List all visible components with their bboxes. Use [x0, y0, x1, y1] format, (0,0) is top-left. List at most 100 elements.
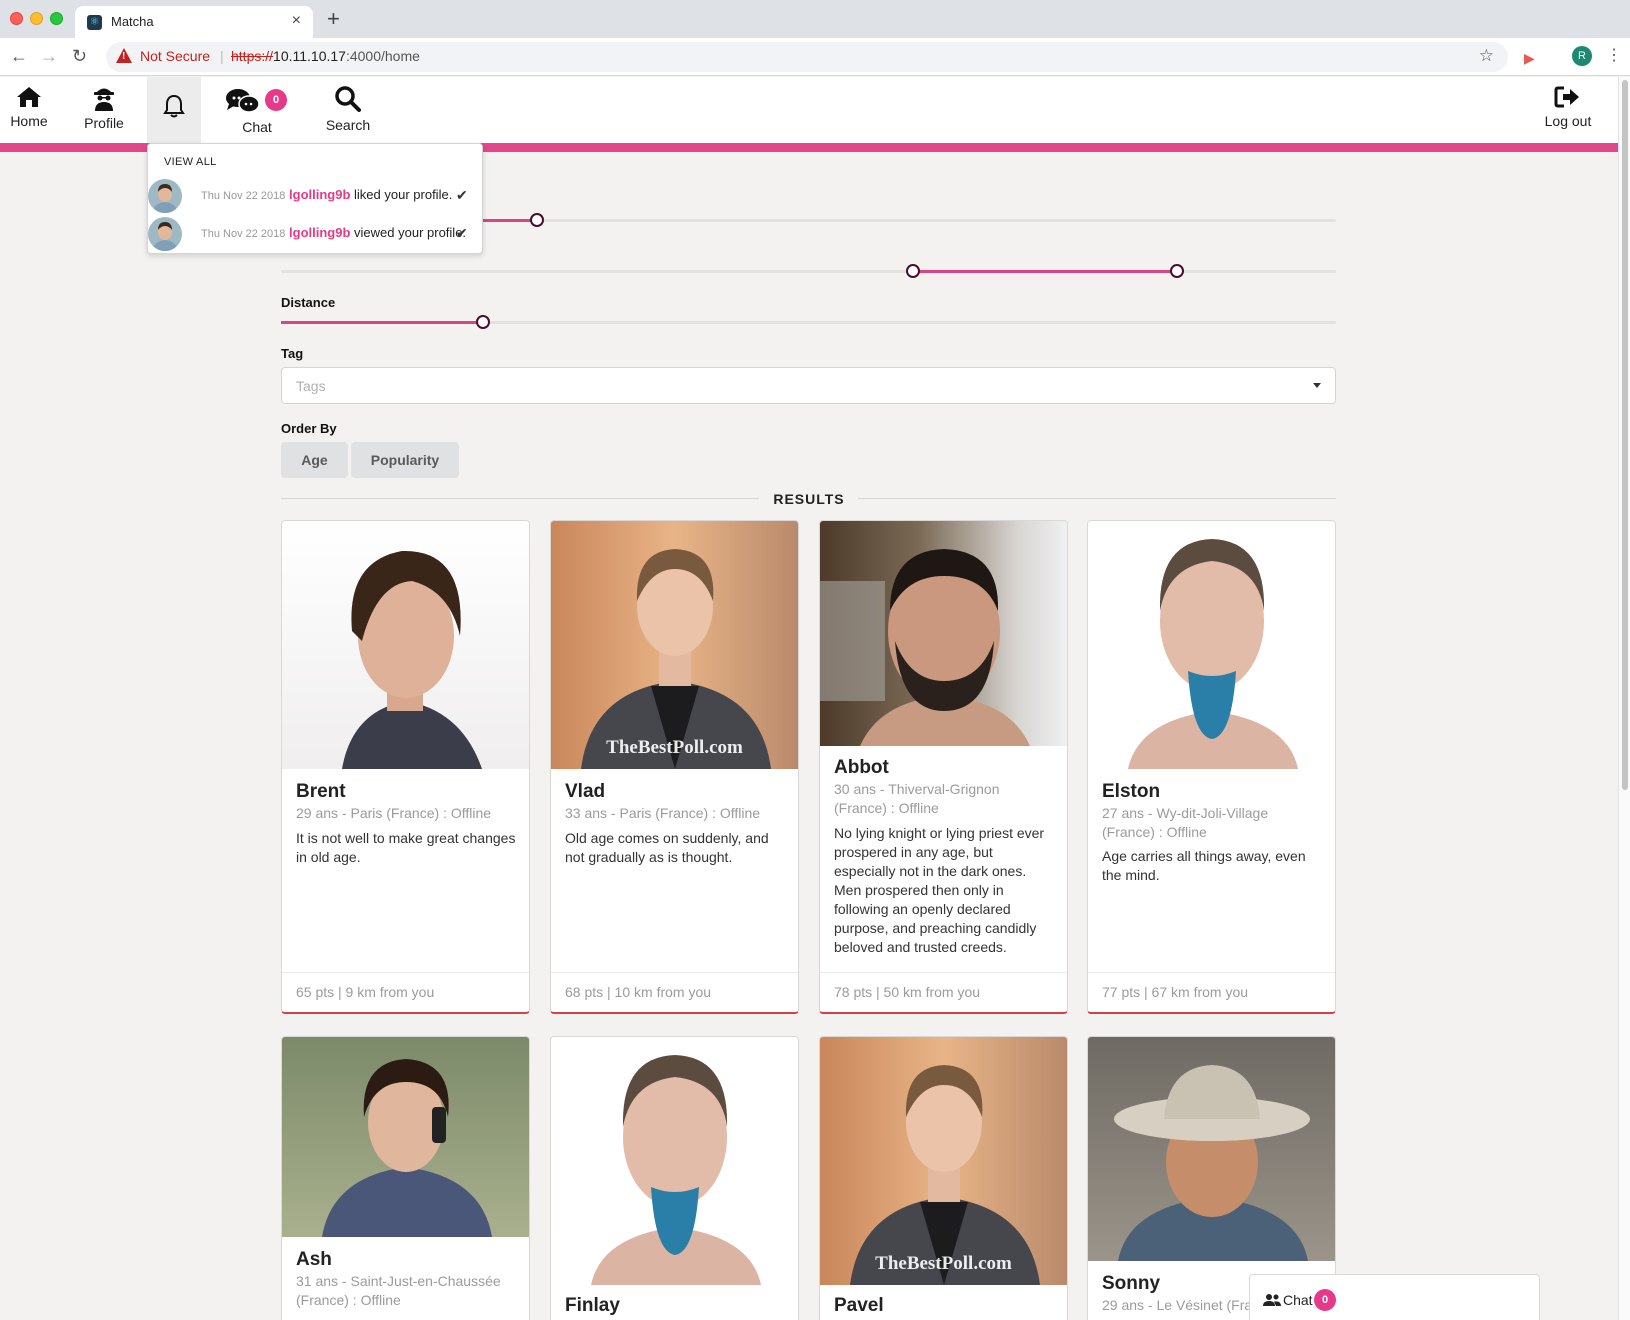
profile-name[interactable]: Brent — [296, 781, 346, 803]
forward-arrow-icon[interactable]: → — [40, 46, 58, 66]
chat-widget-count-badge: 0 — [1314, 1289, 1336, 1311]
profile-name[interactable]: Elston — [1102, 781, 1160, 803]
popularity-slider-min-handle[interactable] — [906, 264, 920, 278]
profile-name[interactable]: Pavel — [834, 1295, 884, 1317]
distance-slider-handle[interactable] — [476, 315, 490, 329]
profile-photo — [1088, 1037, 1335, 1261]
bell-icon — [163, 94, 185, 118]
nav-profile-label: Profile — [84, 115, 124, 131]
nav-home[interactable]: Home — [0, 77, 58, 145]
browser-profile-avatar[interactable]: R — [1572, 46, 1592, 66]
url-text[interactable]: https://10.11.10.17:4000/home — [231, 48, 420, 64]
nav-logout[interactable]: Log out — [1540, 77, 1596, 145]
profile-meta: 31 ans - Saint-Just-en-Chaussée (France)… — [296, 1273, 501, 1308]
app-navbar: Home Profile Chat 0 Search Log out — [0, 77, 1618, 145]
profile-card-ash[interactable]: Ash 31 ans - Saint-Just-en-Chaussée (Fra… — [281, 1036, 530, 1320]
age-slider-handle[interactable] — [530, 213, 544, 227]
nav-home-label: Home — [10, 113, 48, 129]
spy-icon — [94, 88, 114, 111]
profile-card-finlay[interactable]: Finlay — [550, 1036, 799, 1320]
nav-profile[interactable]: Profile — [78, 77, 130, 145]
security-indicator[interactable]: Not Secure — [140, 48, 210, 64]
photo-watermark: TheBestPoll.com — [606, 737, 743, 758]
profile-meta: 29 ans - Paris (France) : Offline — [296, 805, 492, 821]
browser-menu-icon[interactable]: ⋮ — [1606, 47, 1622, 65]
scrollbar-thumb[interactable] — [1622, 80, 1628, 790]
profile-card-elston[interactable]: Elston 27 ans - Wy-dit-Joli-Village (Fra… — [1087, 520, 1336, 1014]
nav-search[interactable]: Search — [320, 77, 376, 145]
bookmark-star-icon[interactable]: ☆ — [1479, 46, 1494, 66]
profile-photo — [282, 521, 529, 769]
notification-item[interactable]: Thu Nov 22 2018 lgolling9b liked your pr… — [148, 179, 482, 215]
nav-chat-label: Chat — [242, 119, 272, 135]
page-scrollbar[interactable] — [1618, 77, 1630, 1320]
results-title: RESULTS — [773, 491, 845, 507]
back-arrow-icon[interactable]: ← — [10, 46, 28, 66]
chat-widget-label: Chat — [1283, 1292, 1313, 1308]
order-popularity-button[interactable]: Popularity — [351, 442, 459, 478]
notification-user-link[interactable]: lgolling9b — [289, 225, 350, 240]
notification-action: viewed your profile. — [354, 225, 467, 240]
chat-bubbles-icon — [226, 89, 260, 113]
view-all-link[interactable]: VIEW ALL — [164, 156, 217, 168]
chat-widget[interactable]: Chat 0 — [1249, 1274, 1540, 1320]
profile-photo — [282, 1037, 529, 1237]
profile-photo — [1088, 521, 1335, 769]
profile-name[interactable]: Abbot — [834, 757, 889, 779]
profile-name[interactable]: Sonny — [1102, 1273, 1160, 1295]
profile-score: 65 pts | 9 km from you — [296, 984, 435, 1000]
nav-search-label: Search — [325, 117, 371, 133]
maximize-window-button[interactable] — [50, 12, 63, 25]
react-favicon-icon: ⚛ — [87, 15, 102, 30]
profile-card-abbot[interactable]: Abbot 30 ans - Thiverval-Grignon (France… — [819, 520, 1068, 1014]
notification-text: Thu Nov 22 2018 lgolling9b viewed your p… — [201, 225, 466, 240]
url-separator: | — [220, 48, 224, 64]
nav-logout-label: Log out — [1544, 113, 1592, 129]
users-icon — [1263, 1294, 1281, 1306]
nav-chat[interactable]: Chat 0 — [222, 77, 292, 145]
address-bar[interactable]: Not Secure | https://10.11.10.17:4000/ho… — [106, 42, 1508, 72]
profile-footer: 78 pts | 50 km from you — [820, 972, 1067, 1012]
notification-user-link[interactable]: lgolling9b — [289, 187, 350, 202]
distance-label: Distance — [281, 295, 336, 310]
photo-watermark: TheBestPoll.com — [875, 1253, 1012, 1274]
profile-name[interactable]: Finlay — [565, 1295, 620, 1317]
order-age-button[interactable]: Age — [281, 442, 348, 478]
nav-notifications[interactable] — [147, 77, 201, 145]
browser-tab[interactable]: ⚛ Matcha × — [75, 6, 313, 38]
profile-bio: Age carries all things away, even the mi… — [1102, 848, 1306, 883]
mark-read-check-icon[interactable]: ✔ — [456, 187, 468, 204]
notification-action: liked your profile. — [354, 187, 453, 202]
profile-photo: TheBestPoll.com — [551, 521, 798, 769]
logout-icon — [1554, 86, 1579, 108]
tab-title: Matcha — [111, 14, 154, 29]
chat-count-badge: 0 — [265, 89, 287, 111]
order-by-label: Order By — [281, 421, 337, 436]
extension-icon[interactable]: ▶ — [1524, 50, 1535, 67]
tags-dropdown[interactable]: Tags — [281, 367, 1336, 404]
notification-date: Thu Nov 22 2018 — [201, 190, 286, 202]
profile-footer: 68 pts | 10 km from you — [551, 972, 798, 1012]
profile-footer: 77 pts | 67 km from you — [1088, 972, 1335, 1012]
profile-name[interactable]: Vlad — [565, 781, 605, 803]
home-icon — [17, 87, 41, 107]
minimize-window-button[interactable] — [30, 12, 43, 25]
search-icon — [335, 86, 361, 112]
url-host: 10.11.10.17 — [273, 48, 346, 64]
notification-item[interactable]: Thu Nov 22 2018 lgolling9b viewed your p… — [148, 217, 482, 253]
profile-photo — [820, 521, 1067, 746]
mark-read-check-icon[interactable]: ✔ — [456, 225, 468, 242]
close-window-button[interactable] — [10, 12, 23, 25]
popularity-slider-max-handle[interactable] — [1170, 264, 1184, 278]
profile-meta: 27 ans - Wy-dit-Joli-Village (France) : … — [1102, 805, 1269, 840]
profile-name[interactable]: Ash — [296, 1249, 332, 1271]
reload-icon[interactable]: ↻ — [72, 46, 87, 66]
close-tab-icon[interactable]: × — [292, 12, 301, 30]
profile-meta: 33 ans - Paris (France) : Offline — [565, 805, 761, 821]
profile-card-pavel[interactable]: TheBestPoll.com Pavel — [819, 1036, 1068, 1320]
browser-toolbar: ← → ↻ Not Secure | https://10.11.10.17:4… — [0, 38, 1630, 76]
profile-card-vlad[interactable]: TheBestPoll.com Vlad 33 ans - Paris (Fra… — [550, 520, 799, 1014]
notifications-dropdown: VIEW ALL Thu Nov 22 2018 lgolling9b like… — [147, 143, 483, 254]
profile-card-brent[interactable]: Brent 29 ans - Paris (France) : Offline … — [281, 520, 530, 1014]
new-tab-button[interactable]: + — [327, 8, 340, 30]
